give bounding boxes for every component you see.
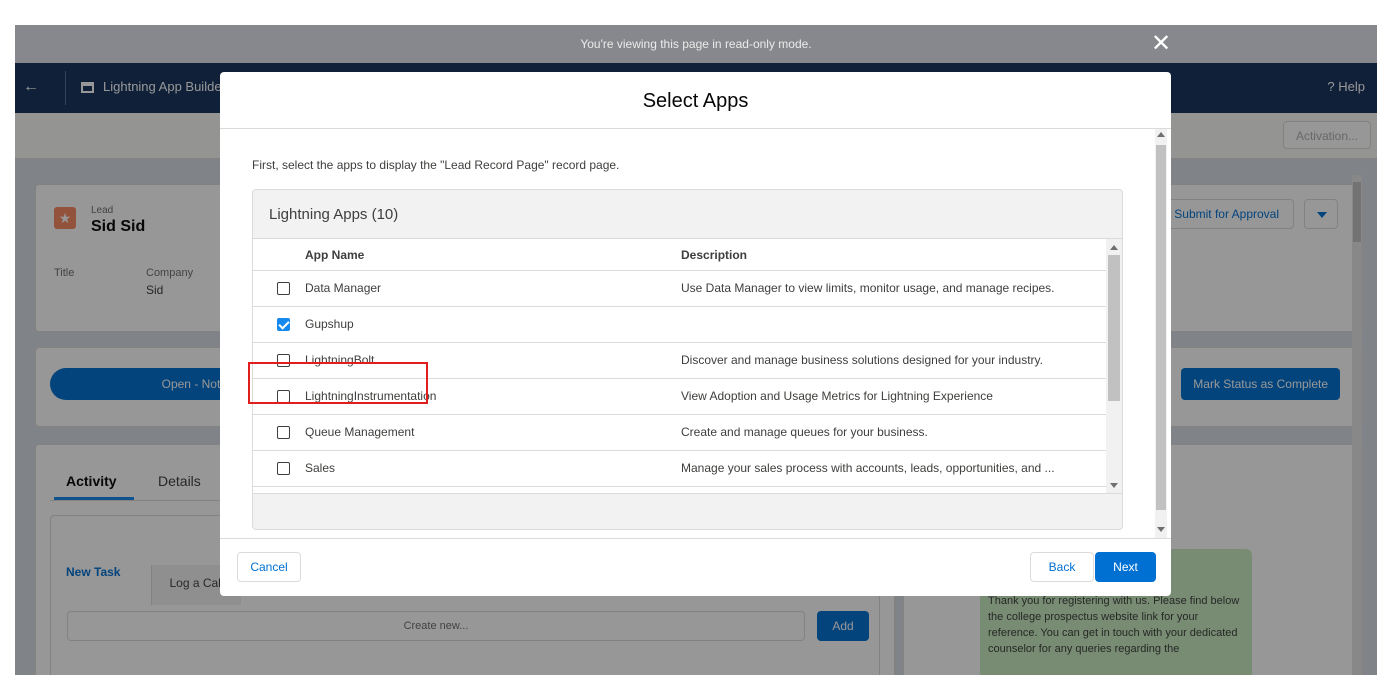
close-icon[interactable]: ✕ — [1150, 32, 1172, 56]
column-header-description: Description — [681, 248, 748, 262]
intro-text: First, select the apps to display the "L… — [252, 158, 620, 172]
table-scrollbar-thumb[interactable] — [1108, 255, 1120, 401]
screen: ← Lightning App Builder ? Help Activatio… — [0, 0, 1377, 686]
table-row: Gupshup — [253, 307, 1106, 343]
scroll-up-arrow-icon[interactable] — [1157, 132, 1165, 137]
table-row: Sales Manage your sales process with acc… — [253, 451, 1106, 487]
app-description: Manage your sales process with accounts,… — [681, 461, 1055, 475]
modal-title: Select Apps — [642, 90, 749, 112]
lightning-apps-section: Lightning Apps (10) App Name Description… — [252, 189, 1123, 530]
cancel-button[interactable]: Cancel — [237, 552, 301, 582]
select-apps-modal: Select Apps First, select the apps to di… — [220, 72, 1171, 596]
checkbox[interactable] — [277, 282, 290, 295]
checkbox[interactable] — [277, 462, 290, 475]
scroll-down-arrow-icon[interactable] — [1110, 483, 1118, 488]
app-description: View Adoption and Usage Metrics for Ligh… — [681, 389, 993, 403]
modal-body: First, select the apps to display the "L… — [220, 129, 1171, 538]
scroll-up-arrow-icon[interactable] — [1110, 245, 1118, 250]
app-description: Create and manage queues for your busine… — [681, 425, 928, 439]
app-name: Gupshup — [305, 317, 354, 331]
checkbox-checked[interactable] — [277, 318, 290, 331]
highlight-box — [248, 362, 428, 404]
table-row: Queue Management Create and manage queue… — [253, 415, 1106, 451]
column-header-app-name: App Name — [305, 248, 365, 262]
modal-body-scrollbar-thumb[interactable] — [1156, 145, 1166, 510]
app-name: Sales — [305, 461, 336, 475]
modal-header: Select Apps — [220, 72, 1171, 129]
checkbox[interactable] — [277, 426, 290, 439]
next-button[interactable]: Next — [1095, 552, 1156, 582]
app-name: Data Manager — [305, 281, 382, 295]
back-button[interactable]: Back — [1030, 552, 1094, 582]
app-name: Queue Management — [305, 425, 415, 439]
readonly-banner-text: You're viewing this page in read-only mo… — [580, 37, 812, 51]
modal-footer: Cancel Back Next — [220, 538, 1171, 596]
app-description: Discover and manage business solutions d… — [681, 353, 1043, 367]
table-header-row: App Name Description — [253, 239, 1106, 271]
table-row: Data Manager Use Data Manager to view li… — [253, 271, 1106, 307]
apps-section-title: Lightning Apps (10) — [269, 206, 399, 223]
scroll-down-arrow-icon[interactable] — [1157, 527, 1165, 532]
app-description: Use Data Manager to view limits, monitor… — [681, 281, 1055, 295]
